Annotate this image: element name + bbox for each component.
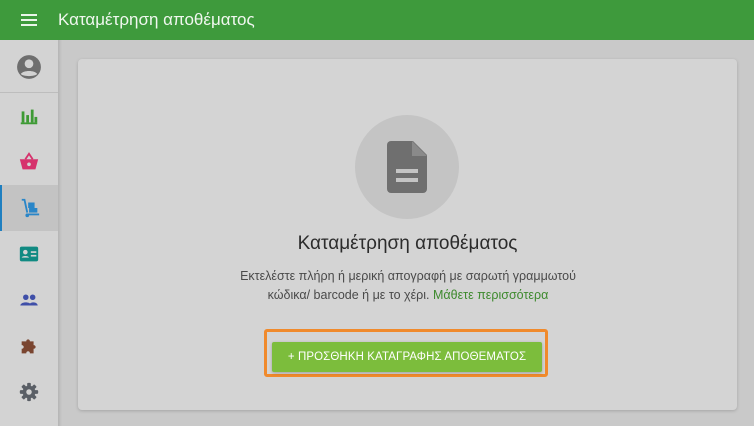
id-card-icon (19, 246, 39, 262)
learn-more-link[interactable]: Μάθετε περισσότερα (433, 288, 548, 302)
hand-truck-icon (21, 198, 40, 218)
sidebar-item-reports[interactable] (0, 93, 58, 139)
people-icon (20, 294, 38, 306)
document-icon (387, 141, 427, 193)
menu-icon (21, 14, 37, 26)
sidebar-item-customers[interactable] (0, 231, 58, 277)
basket-icon (19, 152, 39, 170)
top-app-bar: Καταμέτρηση αποθέματος (0, 0, 754, 40)
add-stock-count-button[interactable]: + ΠΡΟΣΘΗΚΗ ΚΑΤΑΓΡΑΦΗΣ ΑΠΟΘΕΜΑΤΟΣ (272, 342, 542, 372)
sidebar-shadow (58, 40, 62, 426)
gear-icon (19, 382, 39, 402)
sidebar-item-inventory[interactable] (0, 185, 58, 231)
empty-state-card: Καταμέτρηση αποθέματος Εκτελέστε πλήρη ή… (78, 59, 737, 410)
empty-state-heading: Καταμέτρηση αποθέματος (297, 233, 518, 254)
bar-chart-icon (20, 109, 38, 125)
empty-state-description: Εκτελέστε πλήρη ή μερική απογραφή με σαρ… (238, 267, 578, 305)
sidebar-item-account[interactable] (0, 42, 58, 93)
sidebar-item-integrations[interactable] (0, 323, 58, 369)
hamburger-menu-button[interactable] (0, 0, 58, 40)
account-circle-icon (17, 55, 41, 79)
sidebar (0, 40, 58, 426)
sidebar-item-settings[interactable] (0, 369, 58, 415)
sidebar-item-sales[interactable] (0, 139, 58, 185)
sidebar-item-users[interactable] (0, 277, 58, 323)
page-title: Καταμέτρηση αποθέματος (58, 10, 255, 29)
puzzle-icon (21, 339, 36, 354)
document-icon-circle (355, 115, 459, 219)
